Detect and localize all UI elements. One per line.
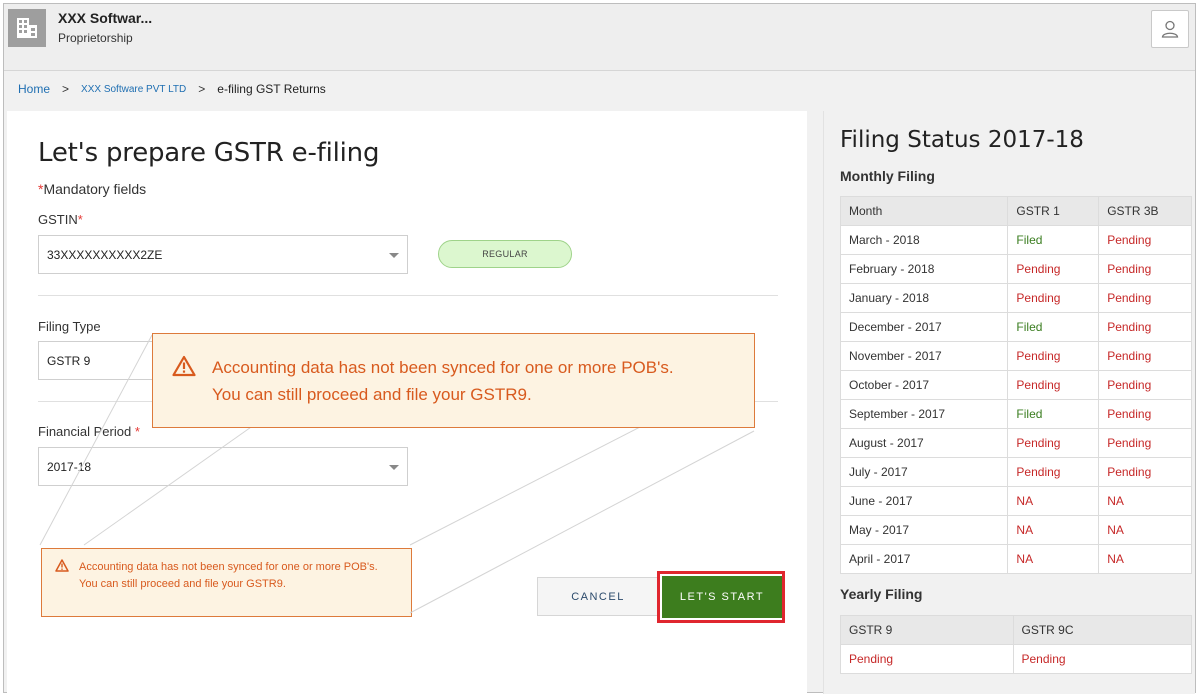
gstr1-status: Pending bbox=[1007, 283, 1100, 313]
month-cell: January - 2018 bbox=[839, 283, 1009, 313]
table-row: September - 2017 Filed Pending bbox=[839, 399, 1192, 429]
filing-status-title: Filing Status 2017-18 bbox=[840, 127, 1084, 153]
app-frame: XXX Softwar... Proprietorship Home > XXX… bbox=[3, 3, 1196, 694]
column-header: GSTR 9C bbox=[1012, 615, 1192, 645]
table-row: December - 2017 Filed Pending bbox=[839, 312, 1192, 342]
table-row: January - 2018 Pending Pending bbox=[839, 283, 1192, 313]
gstr3b-status: NA bbox=[1098, 486, 1192, 516]
breadcrumb-separator: > bbox=[198, 82, 206, 96]
table-row: July - 2017 Pending Pending bbox=[839, 457, 1192, 487]
filing-type-value: GSTR 9 bbox=[47, 353, 91, 368]
month-cell: August - 2017 bbox=[839, 428, 1009, 458]
month-cell: November - 2017 bbox=[839, 341, 1009, 371]
lets-start-button[interactable]: LET'S START bbox=[662, 576, 782, 618]
table-row: May - 2017 NA NA bbox=[839, 515, 1192, 545]
breadcrumb-separator: > bbox=[62, 82, 70, 96]
monthly-filing-table: Month GSTR 1 GSTR 3B March - 2018 Filed Pe… bbox=[839, 196, 1192, 574]
month-cell: September - 2017 bbox=[839, 399, 1009, 429]
gstin-select[interactable]: 33XXXXXXXXXX2ZE bbox=[38, 235, 408, 274]
gstr1-status: Pending bbox=[1007, 254, 1100, 284]
month-cell: June - 2017 bbox=[839, 486, 1009, 516]
financial-period-select[interactable]: 2017-18 bbox=[38, 447, 408, 486]
breadcrumb-current: e-filing GST Returns bbox=[217, 82, 326, 96]
breadcrumb: Home > XXX Software PVT LTD > e-filing G… bbox=[18, 82, 326, 96]
gstin-type-badge: REGULAR bbox=[438, 240, 572, 268]
gstr3b-status: Pending bbox=[1098, 341, 1192, 371]
chevron-down-icon bbox=[389, 253, 399, 258]
sync-warning-zoomed: Accounting data has not been synced for … bbox=[152, 333, 755, 428]
financial-period-label: Financial Period * bbox=[38, 424, 140, 439]
user-icon bbox=[1161, 20, 1179, 38]
sync-warning-inline: Accounting data has not been synced for … bbox=[41, 548, 412, 617]
month-cell: October - 2017 bbox=[839, 370, 1009, 400]
gstr3b-status: Pending bbox=[1098, 225, 1192, 255]
sync-warning-zoomed-text: Accounting data has not been synced for … bbox=[212, 357, 674, 404]
page-title: Let's prepare GSTR e-filing bbox=[38, 138, 380, 168]
gstr3b-status: Pending bbox=[1098, 457, 1192, 487]
cancel-button[interactable]: CANCEL bbox=[537, 577, 659, 616]
filing-type-label: Filing Type bbox=[38, 319, 101, 334]
gstr1-status: Filed bbox=[1007, 399, 1100, 429]
filing-status-panel: Filing Status 2017-18 Monthly Filing Mon… bbox=[823, 111, 1195, 694]
table-row: August - 2017 Pending Pending bbox=[839, 428, 1192, 458]
user-profile-button[interactable] bbox=[1151, 10, 1189, 48]
month-cell: December - 2017 bbox=[839, 312, 1009, 342]
month-cell: July - 2017 bbox=[839, 457, 1009, 487]
gstr3b-status: Pending bbox=[1098, 399, 1192, 429]
table-row: June - 2017 NA NA bbox=[839, 486, 1192, 516]
gstr9-status: Pending bbox=[840, 644, 1014, 674]
gstr1-status: NA bbox=[1007, 515, 1100, 545]
table-row: Pending Pending bbox=[840, 644, 1192, 674]
gstr1-status: Pending bbox=[1007, 457, 1100, 487]
table-row: October - 2017 Pending Pending bbox=[839, 370, 1192, 400]
table-header-row: GSTR 9 GSTR 9C bbox=[840, 615, 1192, 645]
monthly-filing-heading: Monthly Filing bbox=[840, 168, 935, 184]
mandatory-note: *Mandatory fields bbox=[38, 181, 147, 197]
warning-icon bbox=[55, 559, 69, 572]
sync-warning-text: Accounting data has not been synced for … bbox=[79, 561, 378, 590]
gstr9c-status: Pending bbox=[1012, 644, 1192, 674]
financial-period-value: 2017-18 bbox=[47, 459, 92, 474]
warning-icon bbox=[172, 355, 196, 377]
table-row: February - 2018 Pending Pending bbox=[839, 254, 1192, 284]
column-header: GSTR 9 bbox=[840, 615, 1014, 645]
table-row: November - 2017 Pending Pending bbox=[839, 341, 1192, 371]
column-header: Month bbox=[839, 196, 1009, 226]
yearly-filing-heading: Yearly Filing bbox=[840, 586, 923, 602]
table-row: April - 2017 NA NA bbox=[839, 544, 1192, 574]
month-cell: May - 2017 bbox=[839, 515, 1009, 545]
month-cell: April - 2017 bbox=[839, 544, 1009, 574]
month-cell: March - 2018 bbox=[839, 225, 1009, 255]
table-row: March - 2018 Filed Pending bbox=[839, 225, 1192, 255]
column-header: GSTR 1 bbox=[1007, 196, 1100, 226]
org-name: XXX Softwar... bbox=[58, 10, 153, 26]
building-icon bbox=[8, 9, 46, 47]
gstr3b-status: Pending bbox=[1098, 283, 1192, 313]
gstr1-status: NA bbox=[1007, 544, 1100, 574]
gstr1-status: Pending bbox=[1007, 370, 1100, 400]
yearly-filing-table: GSTR 9 GSTR 9C Pending Pending bbox=[840, 615, 1192, 674]
gstr1-status: Filed bbox=[1007, 312, 1100, 342]
gstr3b-status: NA bbox=[1098, 515, 1192, 545]
gstr3b-status: Pending bbox=[1098, 370, 1192, 400]
chevron-down-icon bbox=[389, 465, 399, 470]
gstr3b-status: Pending bbox=[1098, 428, 1192, 458]
column-header: GSTR 3B bbox=[1098, 196, 1192, 226]
org-type: Proprietorship bbox=[58, 31, 133, 45]
gstr1-status: Filed bbox=[1007, 225, 1100, 255]
gstr3b-status: Pending bbox=[1098, 254, 1192, 284]
breadcrumb-home[interactable]: Home bbox=[18, 82, 50, 96]
gstin-value: 33XXXXXXXXXX2ZE bbox=[47, 247, 163, 262]
gstr1-status: Pending bbox=[1007, 428, 1100, 458]
month-cell: February - 2018 bbox=[839, 254, 1009, 284]
divider bbox=[38, 295, 778, 296]
breadcrumb-company[interactable]: XXX Software PVT LTD bbox=[81, 84, 186, 95]
gstr3b-status: Pending bbox=[1098, 312, 1192, 342]
gstr3b-status: NA bbox=[1098, 544, 1192, 574]
gstr1-status: NA bbox=[1007, 486, 1100, 516]
gstin-label: GSTIN* bbox=[38, 212, 83, 227]
table-header-row: Month GSTR 1 GSTR 3B bbox=[839, 196, 1192, 226]
gstr1-status: Pending bbox=[1007, 341, 1100, 371]
app-header: XXX Softwar... Proprietorship bbox=[4, 4, 1195, 71]
